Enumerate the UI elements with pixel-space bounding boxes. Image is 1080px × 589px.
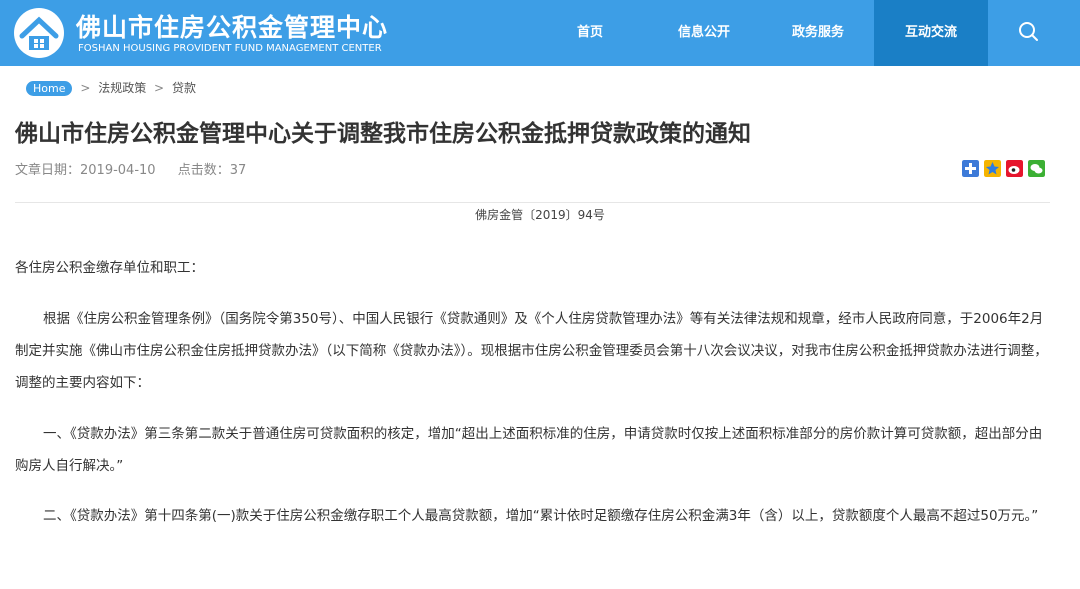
wechat-share-icon[interactable] xyxy=(1028,160,1045,177)
paragraph-2: 一、《贷款办法》第三条第二款关于普通住房可贷款面积的核定，增加“超出上述面积标准… xyxy=(15,426,1043,474)
nav-gov-services[interactable]: 政务服务 xyxy=(768,0,868,66)
document-number: 佛房金管〔2019〕94号 xyxy=(475,208,605,222)
paragraph-1: 根据《住房公积金管理条例》（国务院令第350号）、中国人民银行《贷款通则》及《个… xyxy=(15,311,1048,391)
article-clicks: 点击数：37 xyxy=(177,163,247,178)
nav-interaction[interactable]: 互动交流 xyxy=(874,0,988,66)
article-date: 文章日期：2019-04-10 xyxy=(15,163,156,178)
breadcrumb-regulations[interactable]: 法规政策 xyxy=(98,81,146,95)
site-header: 佛山市住房公积金管理中心 FOSHAN HOUSING PROVIDENT FU… xyxy=(0,0,1080,66)
search-button[interactable] xyxy=(1000,0,1058,66)
breadcrumb-loans[interactable]: 贷款 xyxy=(172,81,196,95)
article-meta: 文章日期：2019-04-10 点击数：37 xyxy=(15,159,264,178)
qzone-share-icon[interactable] xyxy=(984,160,1001,177)
plus-share-icon[interactable] xyxy=(962,160,979,177)
nav-info-disclosure[interactable]: 信息公开 xyxy=(654,0,754,66)
breadcrumb: Home > 法规政策 > 贷款 xyxy=(26,79,196,96)
site-subtitle: FOSHAN HOUSING PROVIDENT FUND MANAGEMENT… xyxy=(78,43,382,54)
breadcrumb-separator: > xyxy=(80,81,91,95)
divider xyxy=(15,202,1050,203)
paragraph-3: 二、《贷款办法》第十四条第(一)款关于住房公积金缴存职工个人最高贷款额，增加“累… xyxy=(43,508,1039,524)
breadcrumb-home[interactable]: Home xyxy=(26,81,73,96)
site-title[interactable]: 佛山市住房公积金管理中心 xyxy=(76,8,388,44)
nav-home[interactable]: 首页 xyxy=(546,0,634,66)
breadcrumb-separator: > xyxy=(154,81,165,95)
salutation: 各住房公积金缴存单位和职工： xyxy=(15,260,204,276)
search-icon xyxy=(1019,22,1038,41)
page-title: 佛山市住房公积金管理中心关于调整我市住房公积金抵押贷款政策的通知 xyxy=(15,121,751,147)
weibo-share-icon[interactable] xyxy=(1006,160,1023,177)
logo-house-icon[interactable] xyxy=(10,6,68,60)
